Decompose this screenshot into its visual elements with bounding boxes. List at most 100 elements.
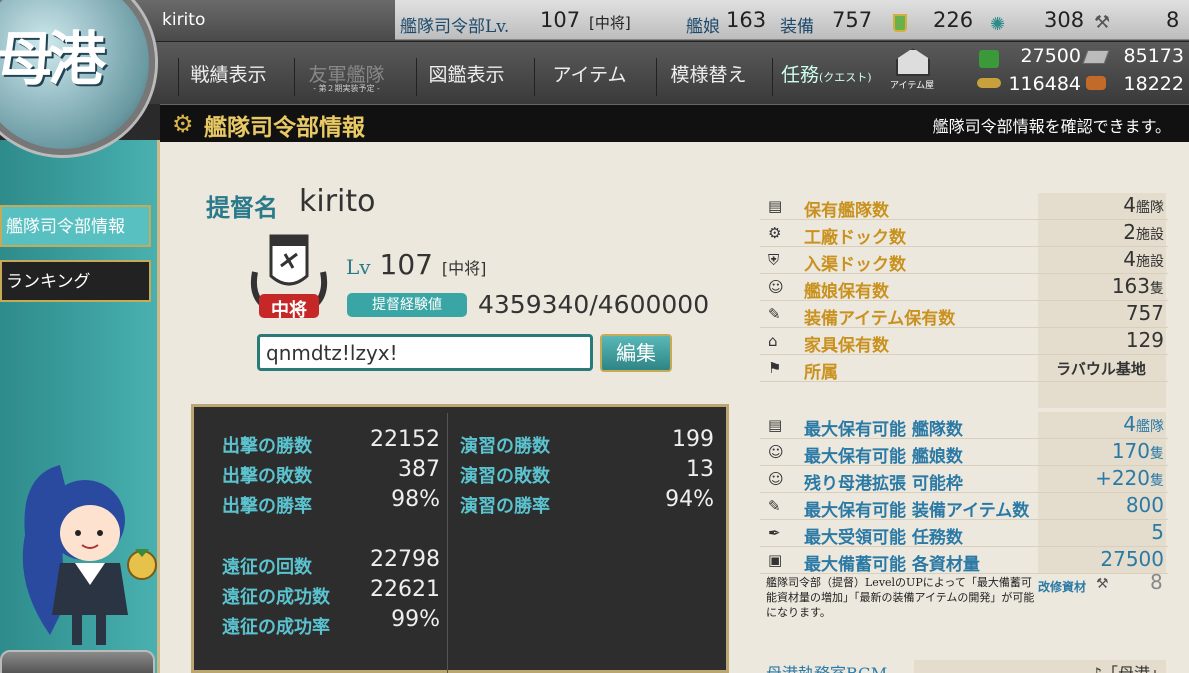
max-row: ▣ 最大備蓄可能 各資材量 27500 (760, 547, 1168, 575)
home-port-emblem-button[interactable]: 母港 (0, 0, 155, 155)
rank-badge: 中将 (245, 232, 333, 324)
section-title: 艦隊司令部情報 (204, 114, 365, 141)
improvement-material-label: 改修資材 (1038, 580, 1087, 594)
info-unit: 艦隊 (1136, 200, 1164, 216)
info-empty (1038, 382, 1166, 408)
info-value: 163隻 (1038, 274, 1166, 300)
menu-quest[interactable]: 任務(クエスト) (772, 58, 882, 96)
hq-rank: [中将] (589, 14, 631, 32)
ship-count-label: 艦娘 (686, 17, 720, 37)
info-value: 4艦隊 (1038, 193, 1166, 219)
fuel-icon (979, 50, 999, 68)
menu-items[interactable]: アイテム (534, 58, 644, 96)
max-value: 4艦隊 (1038, 412, 1166, 438)
home-bgm-value[interactable]: ♪「母港」 (914, 660, 1166, 673)
expedition-rate-label: 遠征の成功率 (222, 617, 330, 638)
sidebar-item-hq-info[interactable]: 艦隊司令部情報 (0, 205, 151, 247)
max-number: 800 (1125, 493, 1164, 517)
item-shop-button[interactable]: アイテム屋 (890, 48, 940, 98)
shipgirl-icon: ☺ (768, 278, 784, 296)
repair-icon: ⛨ (768, 251, 780, 269)
info-label: 所属 (804, 363, 838, 383)
wrench-icon: ⚒ (1096, 576, 1109, 592)
max-number: 5 (1151, 520, 1164, 544)
steel-value: 85173 (1123, 45, 1184, 67)
menu-label: アイテム (552, 64, 627, 86)
menu-friend-fleet[interactable]: 友軍艦隊 - 第２期実装予定 - (294, 58, 398, 96)
info-label: 艦娘保有数 (804, 282, 889, 302)
menu-battle-record[interactable]: 戦績表示 (178, 58, 278, 96)
max-value: 170隻 (1038, 439, 1166, 465)
exercise-wins-value: 199 (672, 427, 714, 452)
max-row: ✒ 最大受領可能 任務数 5 (760, 520, 1168, 548)
hq-level-value: 107 (540, 8, 581, 32)
ammo-value: 116484 (1008, 73, 1081, 95)
info-unit: 施設 (1136, 254, 1164, 270)
book-icon: ▣ (768, 551, 783, 569)
max-number: +220 (1095, 466, 1150, 490)
admiral-name: kirito (299, 184, 376, 219)
equip-count-label: 装備 (780, 17, 814, 37)
menu-label: 模様替え (670, 64, 747, 86)
info-number: 4 (1123, 193, 1136, 217)
info-number: 163 (1111, 274, 1150, 298)
max-number: 170 (1111, 439, 1150, 463)
info-spacer (760, 382, 1168, 409)
sidebar-item-ranking[interactable]: ランキング (0, 260, 151, 302)
devmat-value: 308 (1044, 8, 1085, 32)
info-value: 2施設 (1038, 220, 1166, 246)
hq-level-label: 艦隊司令部Lv. (400, 17, 510, 37)
ship-count-value: 163 (726, 8, 767, 32)
shop-house-icon (896, 48, 930, 76)
max-row: ▤ 最大保有可能 艦隊数 4艦隊 (760, 412, 1168, 440)
hq-info-table: ▤ 保有艦隊数 4艦隊 ⚙ 工廠ドック数 2施設 ⛨ 入渠ドック数 4施設 ☺ … (760, 193, 1168, 575)
exercise-losses-value: 13 (686, 457, 714, 482)
expedition-count-value: 22798 (370, 547, 440, 572)
max-row: ☺ 最大保有可能 艦娘数 170隻 (760, 439, 1168, 467)
menu-sub-label: (クエスト) (819, 71, 872, 84)
max-label: 最大保有可能 艦娘数 (804, 447, 963, 467)
equipment-icon: ✎ (768, 497, 781, 515)
equip-count-value: 757 (832, 8, 873, 32)
info-number: 4 (1123, 247, 1136, 271)
level-up-note: 艦隊司令部（提督）LevelのUPによって「最大備蓄可能資材量の増加」「最新の装… (766, 576, 1035, 619)
menu-label: 戦績表示 (190, 64, 267, 86)
admiral-level: Lv 107 [中将] (346, 248, 486, 281)
max-number: 4 (1123, 412, 1136, 436)
expedition-success-value: 22621 (370, 577, 440, 602)
fuel-value: 27500 (1020, 45, 1081, 67)
bucket-value: 226 (933, 8, 974, 32)
quill-icon: ✒ (768, 524, 781, 542)
level-value: 107 (379, 248, 433, 281)
base-icon: ⚑ (768, 359, 782, 377)
menu-picture-book[interactable]: 図鑑表示 (416, 58, 516, 96)
exercise-rate-value: 94% (665, 487, 714, 512)
info-unit: 施設 (1136, 227, 1164, 243)
info-row: ⌂ 家具保有数 129 (760, 328, 1168, 356)
home-bgm-label: 母港執務室BGM (766, 660, 887, 673)
info-number: 2 (1123, 220, 1136, 244)
info-row: ⚙ 工廠ドック数 2施設 (760, 220, 1168, 248)
screw-value: 8 (1166, 8, 1180, 32)
menu-furniture[interactable]: 模様替え (656, 58, 760, 96)
shipgirl-icon: ☺ (768, 443, 784, 461)
info-label: 入渠ドック数 (804, 255, 906, 275)
rank-badge-text: 中将 (271, 300, 307, 321)
info-label: 家具保有数 (804, 336, 889, 356)
exercise-wins-label: 演習の勝数 (460, 436, 550, 457)
bottom-left-button[interactable] (0, 650, 155, 673)
info-value: 4施設 (1038, 247, 1166, 273)
item-shop-label: アイテム屋 (890, 81, 935, 91)
menu-label: 図鑑表示 (428, 64, 505, 86)
shipgirl-mascot-drawing (22, 465, 157, 645)
shipgirl-mascot (0, 445, 160, 665)
max-value: +220隻 (1038, 466, 1166, 492)
edit-comment-button[interactable]: 編集 (600, 334, 672, 372)
info-label: 工廠ドック数 (804, 228, 906, 248)
sortie-wins-value: 22152 (370, 427, 440, 452)
max-number: 27500 (1100, 547, 1164, 571)
stats-divider (447, 413, 448, 673)
info-row: ▤ 保有艦隊数 4艦隊 (760, 193, 1168, 221)
bucket-icon (893, 14, 907, 32)
comment-input[interactable] (257, 334, 593, 371)
